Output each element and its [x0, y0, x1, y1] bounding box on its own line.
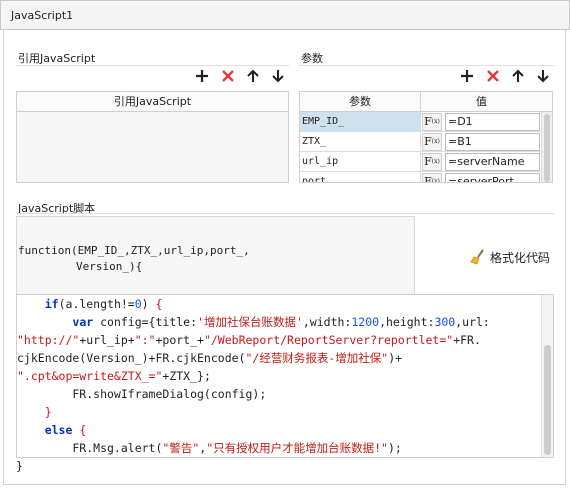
param-row[interactable]: url_ip F(x) =serverName — [300, 152, 542, 172]
move-up-param-button[interactable] — [510, 68, 526, 84]
plus-icon — [461, 70, 473, 82]
param-row[interactable]: ZTX_ F(x) =B1 — [300, 132, 542, 152]
code-line: cjkEncode(Version_)+FR.cjkEncode("/经营财务报… — [17, 351, 403, 365]
code-line: else { — [44, 423, 87, 437]
editor-scrollbar[interactable] — [541, 295, 553, 457]
code-line: FR.Msg.alert("警告","只有授权用户才能增加台账数据!"); — [17, 441, 402, 455]
param-row[interactable]: port_ F(x) =serverPort — [300, 172, 542, 183]
add-ref-button[interactable] — [194, 68, 210, 84]
code-editor[interactable]: if(a.length!=0) { var config={title:'增加社… — [16, 294, 554, 458]
format-code-label: 格式化代码 — [490, 250, 551, 265]
formula-icon: F — [424, 115, 432, 128]
param-name-header[interactable]: 参数 — [300, 92, 421, 112]
ref-js-column-header[interactable]: 引用JavaScript — [17, 92, 288, 112]
delete-x-icon — [222, 70, 234, 82]
param-value-header[interactable]: 值 — [421, 92, 542, 112]
formula-button[interactable]: F(x) — [422, 133, 442, 151]
param-value-input[interactable]: =B1 — [445, 133, 540, 151]
param-name[interactable]: ZTX_ — [300, 132, 421, 152]
arrow-down-icon — [272, 70, 284, 83]
arrow-down-icon — [537, 70, 549, 83]
add-param-button[interactable] — [459, 68, 475, 84]
formula-icon-sub: (x) — [431, 118, 440, 125]
code-line: var config={title:'增加社保台账数据',width:1200,… — [72, 315, 490, 329]
scrollbar-thumb[interactable] — [544, 345, 551, 455]
delete-ref-button[interactable] — [220, 68, 236, 84]
param-value-input[interactable]: =D1 — [445, 113, 540, 131]
arrow-up-icon — [512, 69, 524, 82]
format-code-button[interactable]: 格式化代码 — [470, 247, 550, 267]
formula-icon: F — [424, 135, 432, 148]
code-line: } — [44, 405, 52, 419]
formula-icon-sub: (x) — [431, 158, 440, 165]
formula-icon: F — [424, 175, 432, 183]
code-line-current: } — [17, 457, 542, 458]
divider — [299, 65, 554, 66]
formula-icon-sub: (x) — [431, 138, 440, 145]
params-section-label: 参数 — [301, 52, 323, 65]
function-closing-brace: } — [16, 459, 23, 473]
formula-button[interactable]: F(x) — [422, 173, 442, 183]
function-signature-line: Version_){ — [76, 260, 143, 273]
params-table[interactable]: 参数 值 EMP_ID_ F(x) =D1 ZTX_ F(x) =B1 url_… — [299, 91, 553, 183]
params-scrollbar[interactable] — [541, 112, 552, 182]
move-down-ref-button[interactable] — [270, 68, 286, 84]
broom-icon — [470, 249, 484, 265]
param-name[interactable]: url_ip — [300, 152, 421, 172]
code-line: if(a.length!=0) { — [44, 297, 163, 311]
code-line: "http://"+url_ip+":"+port_+"/WebReport/R… — [17, 333, 481, 347]
ref-section-label: 引用JavaScript — [18, 52, 96, 65]
code-line: ".cpt&op=write&ZTX_="+ZTX_}; — [17, 369, 211, 383]
header-filler — [542, 92, 552, 112]
arrow-up-icon — [247, 69, 259, 82]
window-titlebar: JavaScript1 — [0, 0, 570, 30]
divider — [16, 213, 554, 214]
scrollbar-thumb[interactable] — [544, 114, 550, 182]
move-down-param-button[interactable] — [535, 68, 551, 84]
function-signature-line: function(EMP_ID_,ZTX_,url_ip,port_, — [18, 244, 250, 257]
code-line: FR.showIframeDialog(config); — [17, 387, 267, 401]
param-name[interactable]: EMP_ID_ — [300, 112, 421, 132]
window-title: JavaScript1 — [11, 9, 74, 22]
delete-x-icon — [487, 70, 499, 82]
param-value-input[interactable]: =serverPort — [445, 173, 540, 182]
plus-icon — [196, 70, 208, 82]
param-value-input[interactable]: =serverName — [445, 153, 540, 171]
param-name[interactable]: port_ — [300, 172, 421, 182]
divider — [16, 65, 289, 66]
move-up-ref-button[interactable] — [245, 68, 261, 84]
ref-js-table[interactable]: 引用JavaScript — [16, 91, 289, 183]
formula-icon-sub: (x) — [431, 178, 440, 183]
formula-button[interactable]: F(x) — [422, 113, 442, 131]
formula-button[interactable]: F(x) — [422, 153, 442, 171]
formula-icon: F — [424, 155, 432, 168]
param-row[interactable]: EMP_ID_ F(x) =D1 — [300, 112, 542, 132]
delete-param-button[interactable] — [485, 68, 501, 84]
